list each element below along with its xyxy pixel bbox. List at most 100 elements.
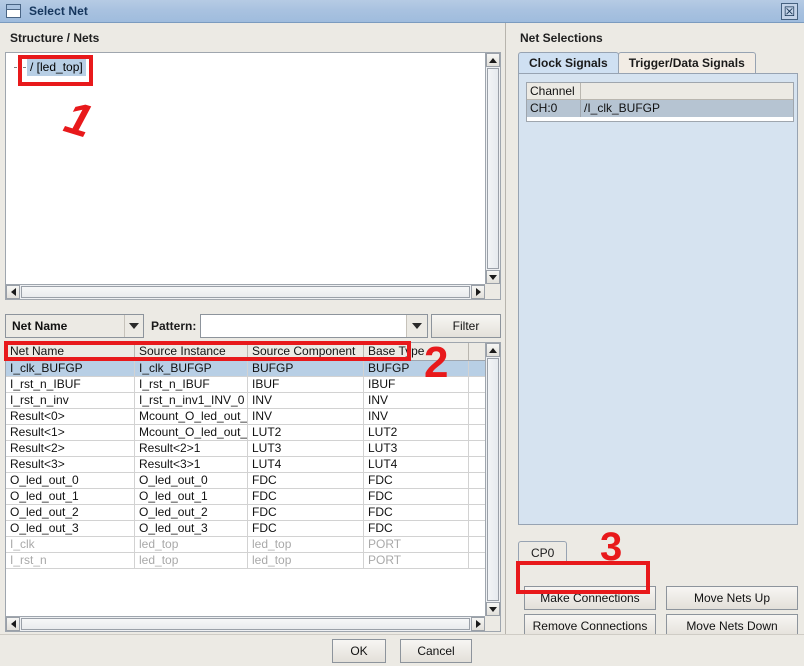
table-cell: BUFGP: [364, 361, 469, 376]
window-title: Select Net: [29, 4, 89, 18]
tab-clock-signals[interactable]: Clock Signals: [518, 52, 619, 73]
nets-table-header: Net Name Source Instance Source Componen…: [6, 343, 485, 361]
table-row[interactable]: O_led_out_0 O_led_out_0 FDC FDC: [6, 473, 485, 489]
pattern-input[interactable]: [201, 315, 406, 337]
net-selections-panel: Channel CH:0 /I_clk_BUFGP: [518, 73, 798, 525]
table-row[interactable]: I_rst_n_IBUF I_rst_n_IBUF IBUF IBUF: [6, 377, 485, 393]
table-row[interactable]: Result<1>Mcount_O_led_out_xo...LUT2LUT2: [6, 425, 485, 441]
make-connections-button[interactable]: Make Connections: [524, 586, 656, 610]
table-cell: O_led_out_3: [135, 521, 248, 536]
tree-item-root[interactable]: / [led_top]: [14, 59, 86, 76]
table-cell: I_rst_n_IBUF: [6, 377, 135, 392]
scroll-down-icon[interactable]: [486, 270, 500, 284]
close-icon[interactable]: ☒: [781, 2, 798, 20]
scroll-left-icon[interactable]: [6, 617, 20, 631]
scroll-right-icon[interactable]: [471, 285, 485, 299]
structure-nets-pane: Structure / Nets / [led_top] Net Name Pa…: [0, 23, 506, 634]
column-header-channel[interactable]: Channel: [527, 83, 581, 99]
table-row[interactable]: Result<0>Mcount_O_led_out_xo...INVINV: [6, 409, 485, 425]
column-header-source-instance[interactable]: Source Instance: [135, 343, 248, 360]
ok-button[interactable]: OK: [332, 638, 386, 663]
table-cell: LUT3: [364, 441, 469, 456]
tree-horizontal-scrollbar[interactable]: [6, 284, 485, 299]
channel-row-ch0[interactable]: CH:0 /I_clk_BUFGP: [527, 100, 793, 117]
field-selector-value: Net Name: [12, 319, 68, 333]
tab-trigger-data-signals[interactable]: Trigger/Data Signals: [617, 52, 756, 73]
pattern-combo[interactable]: [200, 314, 428, 338]
table-cell: PORT: [364, 553, 469, 568]
table-row[interactable]: I_rst_n led_top led_top PORT: [6, 553, 485, 569]
nets-vscroll-thumb[interactable]: [487, 358, 499, 601]
table-cell: I_rst_n: [6, 553, 135, 568]
nets-scroll-corner: [485, 616, 500, 631]
nets-table-body[interactable]: I_clk_BUFGP I_clk_BUFGP BUFGP BUFGP I_rst_n_…: [6, 361, 485, 616]
channel-table-header: Channel: [527, 83, 793, 100]
pattern-label: Pattern:: [151, 319, 197, 333]
table-cell: Result<1>: [6, 425, 135, 440]
field-selector-combo[interactable]: Net Name: [5, 314, 144, 338]
table-cell: IBUF: [248, 377, 364, 392]
chevron-down-icon[interactable]: [124, 315, 143, 337]
scroll-left-icon[interactable]: [6, 285, 20, 299]
channel-table[interactable]: Channel CH:0 /I_clk_BUFGP: [526, 82, 794, 122]
nets-table[interactable]: Net Name Source Instance Source Componen…: [5, 342, 501, 632]
tree-vscroll-thumb[interactable]: [487, 68, 499, 269]
column-header-source-component[interactable]: Source Component: [248, 343, 364, 360]
table-cell: I_clk_BUFGP: [135, 361, 248, 376]
net-selections-title: Net Selections: [520, 31, 603, 45]
table-cell: Result<2>1: [135, 441, 248, 456]
move-nets-up-button[interactable]: Move Nets Up: [666, 586, 798, 610]
nets-hscroll-thumb[interactable]: [21, 618, 470, 630]
table-cell: IBUF: [364, 377, 469, 392]
cp-tabs: CP0: [518, 541, 798, 563]
table-cell: O_led_out_1: [6, 489, 135, 504]
table-cell: LUT4: [364, 457, 469, 472]
scroll-right-icon[interactable]: [471, 617, 485, 631]
table-cell: led_top: [135, 537, 248, 552]
table-cell: I_rst_n_inv: [6, 393, 135, 408]
dialog-button-bar: OK Cancel: [0, 634, 804, 666]
tree-hscroll-thumb[interactable]: [21, 286, 470, 298]
table-row[interactable]: O_led_out_1 O_led_out_1 FDC FDC: [6, 489, 485, 505]
tree-vertical-scrollbar[interactable]: [485, 53, 500, 284]
nets-horizontal-scrollbar[interactable]: [6, 616, 485, 631]
scroll-up-icon[interactable]: [486, 343, 500, 357]
signal-tabs: Clock Signals Trigger/Data Signals: [518, 52, 798, 73]
select-net-dialog: Select Net ☒ Structure / Nets / [led_top…: [0, 0, 804, 666]
table-cell: PORT: [364, 537, 469, 552]
cancel-button[interactable]: Cancel: [400, 638, 472, 663]
structure-tree[interactable]: / [led_top]: [5, 52, 501, 300]
table-cell: INV: [248, 409, 364, 424]
channel-row-net: /I_clk_BUFGP: [584, 101, 661, 115]
scroll-down-icon[interactable]: [486, 602, 500, 616]
pattern-chevron-down-icon[interactable]: [406, 315, 427, 337]
table-cell: I_clk: [6, 537, 135, 552]
table-row[interactable]: I_clk_BUFGP I_clk_BUFGP BUFGP BUFGP: [6, 361, 485, 377]
net-selection-actions: Make Connections Move Nets Up Remove Con…: [524, 586, 798, 638]
table-cell: O_led_out_0: [6, 473, 135, 488]
table-cell: FDC: [364, 505, 469, 520]
table-cell: INV: [364, 393, 469, 408]
table-cell: O_led_out_2: [6, 505, 135, 520]
scroll-up-icon[interactable]: [486, 53, 500, 67]
table-cell: O_led_out_1: [135, 489, 248, 504]
table-row[interactable]: O_led_out_3 O_led_out_3 FDC FDC: [6, 521, 485, 537]
table-row[interactable]: Result<3> Result<3>1 LUT4 LUT4: [6, 457, 485, 473]
table-row[interactable]: I_clk led_top led_top PORT: [6, 537, 485, 553]
table-row[interactable]: Result<2> Result<2>1 LUT3 LUT3: [6, 441, 485, 457]
filter-button[interactable]: Filter: [431, 314, 501, 338]
column-header-net-name[interactable]: Net Name: [6, 343, 135, 360]
tab-cp0[interactable]: CP0: [518, 541, 568, 563]
nets-vertical-scrollbar[interactable]: [485, 343, 500, 616]
table-cell: FDC: [248, 505, 364, 520]
structure-tree-body[interactable]: / [led_top]: [6, 53, 485, 284]
column-header-net[interactable]: [581, 83, 793, 99]
table-cell: FDC: [248, 473, 364, 488]
table-cell: LUT2: [248, 425, 364, 440]
table-row[interactable]: I_rst_n_inv I_rst_n_inv1_INV_0 INV INV: [6, 393, 485, 409]
table-cell: LUT4: [248, 457, 364, 472]
column-header-base-type[interactable]: Base Type: [364, 343, 469, 360]
table-cell: Mcount_O_led_out_xo...: [135, 409, 248, 424]
structure-nets-title: Structure / Nets: [10, 31, 100, 45]
table-row[interactable]: O_led_out_2 O_led_out_2 FDC FDC: [6, 505, 485, 521]
